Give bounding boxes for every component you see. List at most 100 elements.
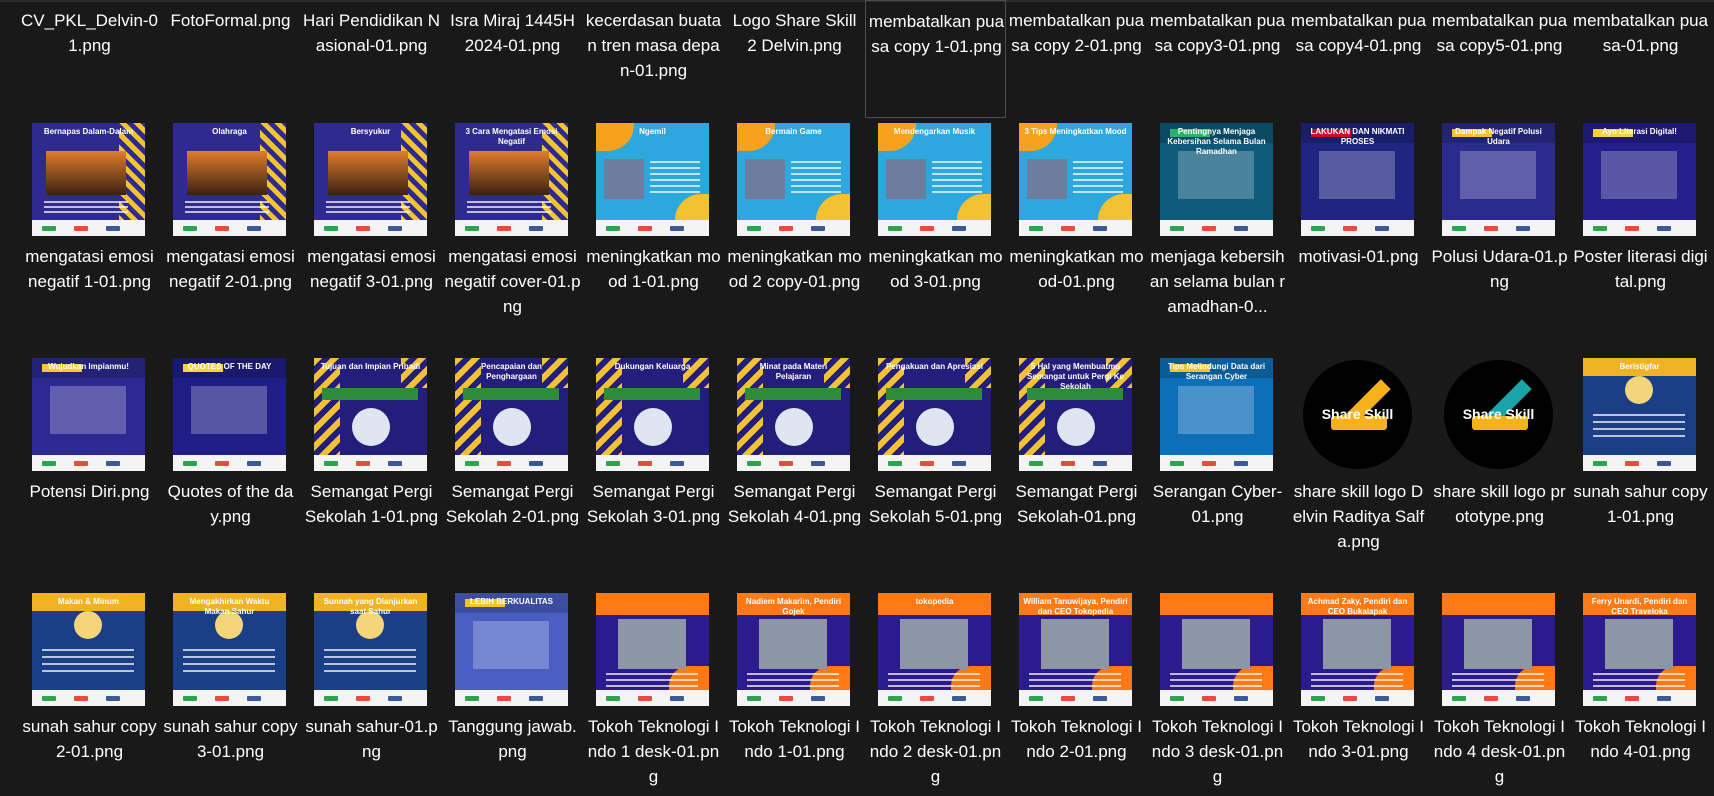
file-thumbnail[interactable] bbox=[1160, 593, 1273, 706]
file-thumbnail[interactable]: Bersyukur bbox=[314, 123, 427, 236]
file-thumbnail[interactable]: Ngemil bbox=[596, 123, 709, 236]
file-thumbnail[interactable]: Pentingnya Menjaga Kebersihan Selama Bul… bbox=[1160, 123, 1273, 236]
file-name: Polusi Udara-01.png bbox=[1431, 247, 1568, 291]
file-item[interactable]: Mengakhirkan Waktu Makan Sahur sunah sahu… bbox=[160, 588, 301, 796]
file-item[interactable]: Dampak Negatif Polusi Udara Polusi Udara-… bbox=[1429, 118, 1570, 353]
file-item[interactable]: Minat pada Materi Pelajaran Semangat Perg… bbox=[724, 353, 865, 588]
file-item[interactable]: Mendengarkan Musik meningkatkan mood 3-01… bbox=[865, 118, 1006, 353]
thumb-footer-chip bbox=[1625, 696, 1639, 701]
file-thumbnail[interactable]: Tujuan dan Impian Pribadi bbox=[314, 358, 427, 471]
file-item[interactable]: membatalkan puasa copy 1-01.png bbox=[865, 0, 1006, 118]
file-item[interactable]: Isra Miraj 1445H 2024-01.png bbox=[442, 0, 583, 118]
file-thumbnail[interactable]: Minat pada Materi Pelajaran bbox=[737, 358, 850, 471]
file-item[interactable]: membatalkan puasa copy 2-01.png bbox=[1006, 0, 1147, 118]
file-thumbnail[interactable] bbox=[1442, 593, 1555, 706]
file-thumbnail[interactable]: Beristigfar bbox=[1583, 358, 1696, 471]
thumb-footer-chip bbox=[1170, 461, 1184, 466]
file-item[interactable]: Pencapaian dan Penghargaan Semangat Pergi… bbox=[442, 353, 583, 588]
file-item[interactable]: Hari Pendidikan Nasional-01.png bbox=[301, 0, 442, 118]
file-thumbnail[interactable]: Dampak Negatif Polusi Udara bbox=[1442, 123, 1555, 236]
thumbnail-caption: 3 Cara Mengatasi Emosi Negatif bbox=[465, 127, 558, 146]
file-item[interactable]: LAKUKAN DAN NIKMATI PROSES motivasi-01.pn… bbox=[1288, 118, 1429, 353]
file-item[interactable]: kecerdasan buatan tren masa depan-01.png bbox=[583, 0, 724, 118]
file-item[interactable]: 5 Hal yang Membuatmu Semangat untuk Perg… bbox=[1006, 353, 1147, 588]
file-item[interactable]: 3 Cara Mengatasi Emosi Negatif mengatasi … bbox=[442, 118, 583, 353]
thumb-footer-chip bbox=[106, 696, 120, 701]
file-item[interactable]: FotoFormal.png bbox=[160, 0, 301, 118]
file-item[interactable]: Tujuan dan Impian Pribadi Semangat Pergi … bbox=[301, 353, 442, 588]
file-thumbnail[interactable]: 5 Hal yang Membuatmu Semangat untuk Perg… bbox=[1019, 358, 1132, 471]
file-thumbnail[interactable]: Sunnah yang Dianjurkan saat Sahur bbox=[314, 593, 427, 706]
file-thumbnail[interactable]: Makan & Minum bbox=[32, 593, 145, 706]
file-thumbnail[interactable]: Olahraga bbox=[173, 123, 286, 236]
file-item[interactable]: Bermain Game meningkatkan mood 2 copy-01.… bbox=[724, 118, 865, 353]
thumb-footer-chip bbox=[920, 461, 934, 466]
file-item[interactable]: Ayo Literasi Digital! Poster literasi dig… bbox=[1570, 118, 1711, 353]
file-item[interactable]: Beristigfar sunah sahur copy 1-01.png bbox=[1570, 353, 1711, 588]
thumb-shape bbox=[183, 663, 275, 665]
file-item[interactable]: membatalkan puasa copy3-01.png bbox=[1147, 0, 1288, 118]
file-item[interactable]: Ferry Unardi, Pendiri dan CEO Traveloka T… bbox=[1570, 588, 1711, 796]
thumbnail-caption: Wujudkan Impianmu! bbox=[48, 362, 129, 371]
file-thumbnail[interactable]: QUOTES OF THE DAY bbox=[173, 358, 286, 471]
file-name: mengatasi emosi negatif 1-01.png bbox=[25, 247, 154, 291]
file-item[interactable]: Logo Share Skill 2 Delvin.png bbox=[724, 0, 865, 118]
file-thumbnail[interactable]: Mendengarkan Musik bbox=[878, 123, 991, 236]
file-item[interactable]: 3 Tips Meningkatkan Mood meningkatkan moo… bbox=[1006, 118, 1147, 353]
file-item[interactable]: membatalkan puasa copy5-01.png bbox=[1429, 0, 1570, 118]
file-item[interactable]: membatalkan puasa-01.png bbox=[1570, 0, 1711, 118]
file-item[interactable]: Share Skill share skill logo Delvin Radit… bbox=[1288, 353, 1429, 588]
file-item[interactable]: membatalkan puasa copy4-01.png bbox=[1288, 0, 1429, 118]
file-thumbnail[interactable]: LAKUKAN DAN NIKMATI PROSES bbox=[1301, 123, 1414, 236]
file-item[interactable]: William Tanuwijaya, Pendiri dan CEO Toko… bbox=[1006, 588, 1147, 796]
file-item[interactable]: Pengakuan dan Apresiasi Semangat Pergi Se… bbox=[865, 353, 1006, 588]
file-thumbnail[interactable]: Pengakuan dan Apresiasi bbox=[878, 358, 991, 471]
file-item[interactable]: Wujudkan Impianmu! Potensi Diri.png bbox=[19, 353, 160, 588]
file-thumbnail[interactable]: Bernapas Dalam-Dalam bbox=[32, 123, 145, 236]
file-item[interactable]: LEBIH BERKUALITAS Tanggung jawab.png bbox=[442, 588, 583, 796]
file-thumbnail[interactable]: Ferry Unardi, Pendiri dan CEO Traveloka bbox=[1583, 593, 1696, 706]
file-thumbnail[interactable]: Share Skill bbox=[1442, 358, 1555, 471]
file-item[interactable]: Ngemil meningkatkan mood 1-01.png bbox=[583, 118, 724, 353]
file-item[interactable]: Share Skill share skill logo prototype.pn… bbox=[1429, 353, 1570, 588]
file-item[interactable]: Dukungan Keluarga Semangat Pergi Sekolah … bbox=[583, 353, 724, 588]
file-thumbnail[interactable]: LEBIH BERKUALITAS bbox=[455, 593, 568, 706]
file-item[interactable]: Tokoh Teknologi Indo 3 desk-01.png bbox=[1147, 588, 1288, 796]
thumb-shape bbox=[1442, 593, 1555, 615]
file-item[interactable]: Tips Melindungi Data dari Serangan Cyber… bbox=[1147, 353, 1288, 588]
file-thumbnail[interactable]: Bermain Game bbox=[737, 123, 850, 236]
file-thumbnail[interactable]: Ayo Literasi Digital! bbox=[1583, 123, 1696, 236]
file-item[interactable]: QUOTES OF THE DAY Quotes of the day.png bbox=[160, 353, 301, 588]
file-item[interactable]: Makan & Minum sunah sahur copy 2-01.png bbox=[19, 588, 160, 796]
thumb-shape bbox=[1170, 685, 1262, 687]
file-item[interactable]: Bersyukur mengatasi emosi negatif 3-01.pn… bbox=[301, 118, 442, 353]
file-thumbnail[interactable]: Dukungan Keluarga bbox=[596, 358, 709, 471]
file-thumbnail[interactable]: Share Skill bbox=[1301, 358, 1414, 471]
file-thumbnail[interactable]: Pencapaian dan Penghargaan bbox=[455, 358, 568, 471]
file-item[interactable]: Tokoh Teknologi Indo 1 desk-01.png bbox=[583, 588, 724, 796]
file-thumbnail[interactable]: 3 Cara Mengatasi Emosi Negatif bbox=[455, 123, 568, 236]
thumb-shape bbox=[1073, 173, 1123, 175]
file-thumbnail[interactable]: Wujudkan Impianmu! bbox=[32, 358, 145, 471]
thumb-shape bbox=[932, 173, 982, 175]
file-item[interactable]: Achmad Zaky, Pendiri dan CEO Bukalapak To… bbox=[1288, 588, 1429, 796]
file-thumbnail[interactable]: William Tanuwijaya, Pendiri dan CEO Toko… bbox=[1019, 593, 1132, 706]
file-item[interactable]: Nadiem Makarim, Pendiri Gojek Tokoh Tekno… bbox=[724, 588, 865, 796]
file-item[interactable]: CV_PKL_Delvin-01.png bbox=[19, 0, 160, 118]
thumb-footer-chip bbox=[42, 461, 56, 466]
file-thumbnail[interactable]: Nadiem Makarim, Pendiri Gojek bbox=[737, 593, 850, 706]
file-item[interactable]: tokopedia Tokoh Teknologi Indo 2 desk-01.… bbox=[865, 588, 1006, 796]
file-item[interactable]: Bernapas Dalam-Dalam mengatasi emosi nega… bbox=[19, 118, 160, 353]
file-thumbnail[interactable]: Mengakhirkan Waktu Makan Sahur bbox=[173, 593, 286, 706]
file-item[interactable]: Olahraga mengatasi emosi negatif 2-01.png bbox=[160, 118, 301, 353]
file-name: CV_PKL_Delvin-01.png bbox=[21, 11, 159, 55]
file-item[interactable]: Sunnah yang Dianjurkan saat Sahur sunah s… bbox=[301, 588, 442, 796]
file-thumbnail[interactable] bbox=[596, 593, 709, 706]
file-thumbnail[interactable]: tokopedia bbox=[878, 593, 991, 706]
file-thumbnail[interactable]: Achmad Zaky, Pendiri dan CEO Bukalapak bbox=[1301, 593, 1414, 706]
file-item[interactable]: Pentingnya Menjaga Kebersihan Selama Bul… bbox=[1147, 118, 1288, 353]
file-name: Tokoh Teknologi Indo 4 desk-01.png bbox=[1433, 717, 1566, 786]
file-thumbnail[interactable]: Tips Melindungi Data dari Serangan Cyber bbox=[1160, 358, 1273, 471]
file-item[interactable]: Tokoh Teknologi Indo 4 desk-01.png bbox=[1429, 588, 1570, 796]
file-thumbnail[interactable]: 3 Tips Meningkatkan Mood bbox=[1019, 123, 1132, 236]
